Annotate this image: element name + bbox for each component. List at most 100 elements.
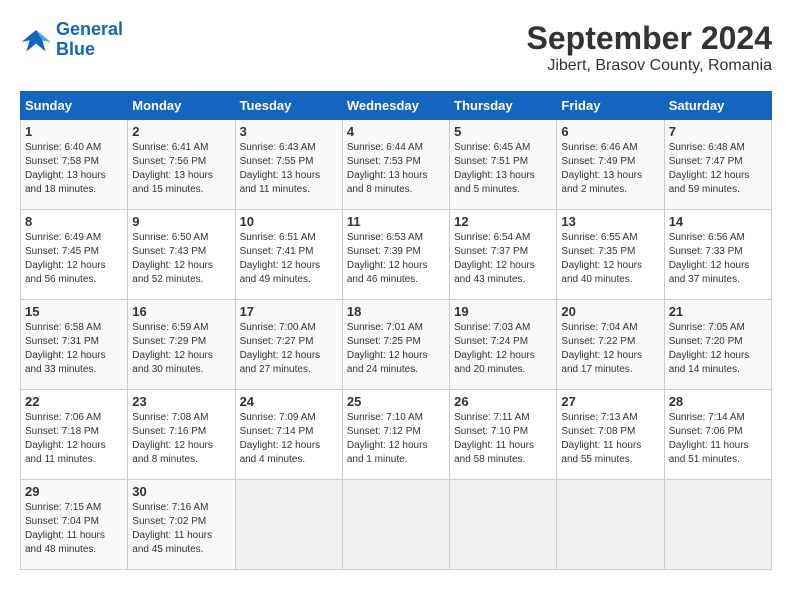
- weekday-header-thursday: Thursday: [450, 92, 557, 120]
- calendar-week-2: 8Sunrise: 6:49 AM Sunset: 7:45 PM Daylig…: [21, 210, 772, 300]
- day-number: 28: [669, 394, 767, 409]
- day-number: 22: [25, 394, 123, 409]
- day-info: Sunrise: 7:04 AM Sunset: 7:22 PM Dayligh…: [561, 321, 659, 377]
- day-info: Sunrise: 7:06 AM Sunset: 7:18 PM Dayligh…: [25, 411, 123, 467]
- weekday-header-tuesday: Tuesday: [235, 92, 342, 120]
- calendar-cell: 28 Sunrise: 7:14 AM Sunset: 7:06 PM Dayli…: [664, 390, 771, 480]
- day-number: 24: [240, 394, 338, 409]
- calendar-cell: 22 Sunrise: 7:06 AM Sunset: 7:18 PM Dayli…: [21, 390, 128, 480]
- calendar-cell: 1Sunrise: 6:40 AM Sunset: 7:58 PM Daylig…: [21, 120, 128, 210]
- weekday-header-friday: Friday: [557, 92, 664, 120]
- day-number: 20: [561, 304, 659, 319]
- day-number: 26: [454, 394, 552, 409]
- day-number: 15: [25, 304, 123, 319]
- day-number: 5: [454, 124, 552, 139]
- calendar-cell: 19 Sunrise: 7:03 AM Sunset: 7:24 PM Dayli…: [450, 300, 557, 390]
- day-info: Sunrise: 6:53 AM Sunset: 7:39 PM Dayligh…: [347, 231, 445, 287]
- day-number: 11: [347, 214, 445, 229]
- logo-text: General Blue: [56, 20, 123, 60]
- weekday-header-wednesday: Wednesday: [342, 92, 449, 120]
- calendar-cell: 15 Sunrise: 6:58 AM Sunset: 7:31 PM Dayli…: [21, 300, 128, 390]
- day-number: 21: [669, 304, 767, 319]
- day-info: Sunrise: 7:16 AM Sunset: 7:02 PM Dayligh…: [132, 501, 230, 557]
- calendar-cell: 8Sunrise: 6:49 AM Sunset: 7:45 PM Daylig…: [21, 210, 128, 300]
- calendar-cell: 11 Sunrise: 6:53 AM Sunset: 7:39 PM Dayli…: [342, 210, 449, 300]
- calendar-cell: 24 Sunrise: 7:09 AM Sunset: 7:14 PM Dayli…: [235, 390, 342, 480]
- day-info: Sunrise: 7:11 AM Sunset: 7:10 PM Dayligh…: [454, 411, 552, 467]
- day-number: 6: [561, 124, 659, 139]
- calendar-week-4: 22 Sunrise: 7:06 AM Sunset: 7:18 PM Dayli…: [21, 390, 772, 480]
- calendar-week-1: 1Sunrise: 6:40 AM Sunset: 7:58 PM Daylig…: [21, 120, 772, 210]
- day-info: Sunrise: 6:46 AM Sunset: 7:49 PM Dayligh…: [561, 141, 659, 197]
- day-number: 1: [25, 124, 123, 139]
- calendar-cell: 12Sunrise: 6:54 AM Sunset: 7:37 PM Dayli…: [450, 210, 557, 300]
- calendar-cell: 3 Sunrise: 6:43 AM Sunset: 7:55 PM Daylig…: [235, 120, 342, 210]
- day-info: Sunrise: 6:56 AM Sunset: 7:33 PM Dayligh…: [669, 231, 767, 287]
- day-number: 29: [25, 484, 123, 499]
- day-number: 7: [669, 124, 767, 139]
- calendar-cell: [557, 480, 664, 570]
- day-number: 13: [561, 214, 659, 229]
- day-number: 14: [669, 214, 767, 229]
- day-info: Sunrise: 7:09 AM Sunset: 7:14 PM Dayligh…: [240, 411, 338, 467]
- calendar-cell: 30 Sunrise: 7:16 AM Sunset: 7:02 PM Dayli…: [128, 480, 235, 570]
- weekday-header-saturday: Saturday: [664, 92, 771, 120]
- calendar-cell: 21Sunrise: 7:05 AM Sunset: 7:20 PM Dayli…: [664, 300, 771, 390]
- calendar-cell: 5Sunrise: 6:45 AM Sunset: 7:51 PM Daylig…: [450, 120, 557, 210]
- calendar-cell: 20 Sunrise: 7:04 AM Sunset: 7:22 PM Dayli…: [557, 300, 664, 390]
- calendar-cell: 23Sunrise: 7:08 AM Sunset: 7:16 PM Dayli…: [128, 390, 235, 480]
- day-number: 30: [132, 484, 230, 499]
- day-number: 18: [347, 304, 445, 319]
- calendar-cell: [450, 480, 557, 570]
- calendar-cell: 18 Sunrise: 7:01 AM Sunset: 7:25 PM Dayli…: [342, 300, 449, 390]
- calendar-week-5: 29 Sunrise: 7:15 AM Sunset: 7:04 PM Dayli…: [21, 480, 772, 570]
- weekday-header-monday: Monday: [128, 92, 235, 120]
- day-info: Sunrise: 6:43 AM Sunset: 7:55 PM Dayligh…: [240, 141, 338, 197]
- calendar-cell: [235, 480, 342, 570]
- calendar-cell: 16 Sunrise: 6:59 AM Sunset: 7:29 PM Dayli…: [128, 300, 235, 390]
- day-info: Sunrise: 7:01 AM Sunset: 7:25 PM Dayligh…: [347, 321, 445, 377]
- day-number: 4: [347, 124, 445, 139]
- day-info: Sunrise: 7:15 AM Sunset: 7:04 PM Dayligh…: [25, 501, 123, 557]
- day-number: 9: [132, 214, 230, 229]
- day-info: Sunrise: 6:59 AM Sunset: 7:29 PM Dayligh…: [132, 321, 230, 377]
- calendar-week-3: 15 Sunrise: 6:58 AM Sunset: 7:31 PM Dayli…: [21, 300, 772, 390]
- calendar-cell: 13Sunrise: 6:55 AM Sunset: 7:35 PM Dayli…: [557, 210, 664, 300]
- page-subtitle: Jibert, Brasov County, Romania: [527, 57, 772, 75]
- weekday-header-sunday: Sunday: [21, 92, 128, 120]
- calendar-cell: 4Sunrise: 6:44 AM Sunset: 7:53 PM Daylig…: [342, 120, 449, 210]
- day-number: 3: [240, 124, 338, 139]
- day-number: 16: [132, 304, 230, 319]
- page-title: September 2024: [527, 20, 772, 57]
- day-info: Sunrise: 6:41 AM Sunset: 7:56 PM Dayligh…: [132, 141, 230, 197]
- logo-line1: General: [56, 19, 123, 39]
- day-info: Sunrise: 7:14 AM Sunset: 7:06 PM Dayligh…: [669, 411, 767, 467]
- calendar-cell: 27Sunrise: 7:13 AM Sunset: 7:08 PM Dayli…: [557, 390, 664, 480]
- calendar-cell: 2Sunrise: 6:41 AM Sunset: 7:56 PM Daylig…: [128, 120, 235, 210]
- logo-icon: [20, 26, 52, 54]
- day-number: 12: [454, 214, 552, 229]
- calendar-cell: 7 Sunrise: 6:48 AM Sunset: 7:47 PM Daylig…: [664, 120, 771, 210]
- calendar-cell: 14 Sunrise: 6:56 AM Sunset: 7:33 PM Dayli…: [664, 210, 771, 300]
- calendar-cell: [664, 480, 771, 570]
- calendar-cell: 6 Sunrise: 6:46 AM Sunset: 7:49 PM Daylig…: [557, 120, 664, 210]
- logo-line2: Blue: [56, 39, 95, 59]
- day-number: 10: [240, 214, 338, 229]
- day-number: 8: [25, 214, 123, 229]
- calendar-header-row: SundayMondayTuesdayWednesdayThursdayFrid…: [21, 92, 772, 120]
- calendar-table: SundayMondayTuesdayWednesdayThursdayFrid…: [20, 91, 772, 570]
- day-info: Sunrise: 6:50 AM Sunset: 7:43 PM Dayligh…: [132, 231, 230, 287]
- calendar-cell: 9 Sunrise: 6:50 AM Sunset: 7:43 PM Daylig…: [128, 210, 235, 300]
- day-number: 27: [561, 394, 659, 409]
- day-number: 25: [347, 394, 445, 409]
- page-header: General Blue September 2024 Jibert, Bras…: [20, 20, 772, 75]
- logo: General Blue: [20, 20, 123, 60]
- day-number: 17: [240, 304, 338, 319]
- day-info: Sunrise: 7:10 AM Sunset: 7:12 PM Dayligh…: [347, 411, 445, 467]
- calendar-cell: 26 Sunrise: 7:11 AM Sunset: 7:10 PM Dayli…: [450, 390, 557, 480]
- day-info: Sunrise: 7:03 AM Sunset: 7:24 PM Dayligh…: [454, 321, 552, 377]
- day-info: Sunrise: 6:48 AM Sunset: 7:47 PM Dayligh…: [669, 141, 767, 197]
- calendar-cell: 25 Sunrise: 7:10 AM Sunset: 7:12 PM Dayli…: [342, 390, 449, 480]
- day-number: 19: [454, 304, 552, 319]
- day-info: Sunrise: 6:58 AM Sunset: 7:31 PM Dayligh…: [25, 321, 123, 377]
